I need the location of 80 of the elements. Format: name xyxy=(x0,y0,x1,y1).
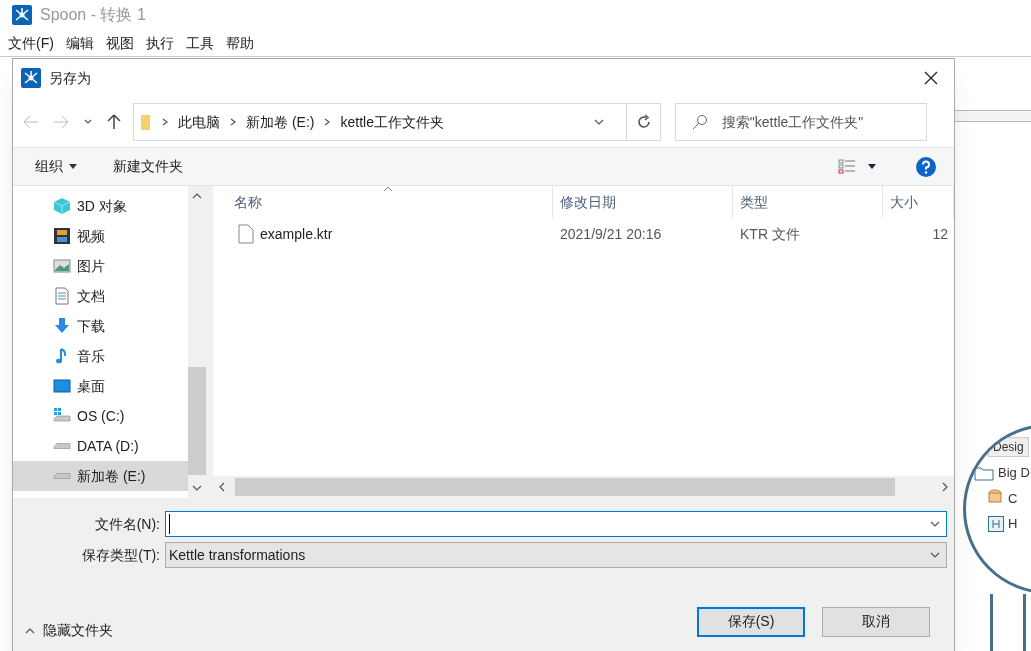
nav-item[interactable]: DATA (D:) xyxy=(13,431,188,461)
cube-icon xyxy=(53,197,71,215)
hide-folders-toggle[interactable]: 隐藏文件夹 xyxy=(25,620,113,641)
nav-item[interactable]: 音乐 xyxy=(13,341,188,371)
menu-item[interactable]: 工具 xyxy=(185,32,214,54)
breadcrumb-item[interactable]: 新加卷 (E:) xyxy=(246,111,315,133)
desktop-icon xyxy=(53,377,71,395)
folder-icon xyxy=(974,464,994,481)
download-icon xyxy=(53,317,71,335)
nav-item[interactable]: 桌面 xyxy=(13,371,188,401)
cancel-button[interactable]: 取消 xyxy=(822,606,930,637)
menu-item[interactable]: 文件(F) xyxy=(8,32,54,54)
filetype-dropdown[interactable]: Kettle transformations xyxy=(165,542,947,568)
image-icon xyxy=(53,257,71,275)
dialog-logo xyxy=(21,68,41,88)
forward-arrow-icon[interactable] xyxy=(53,115,69,129)
nav-item[interactable]: 视频 xyxy=(13,221,188,251)
nav-item[interactable]: 新加卷 (E:) xyxy=(13,461,188,491)
breadcrumb-item[interactable]: 此电脑 xyxy=(178,111,220,133)
search-input[interactable]: 搜索"kettle工作文件夹" xyxy=(721,111,910,133)
panel-item[interactable]: H xyxy=(1008,514,1018,534)
menu-item[interactable]: 编辑 xyxy=(65,32,94,54)
field-label: 文件名(N): xyxy=(93,514,161,534)
drive-icon xyxy=(53,407,71,425)
menu-item[interactable]: 帮助 xyxy=(225,32,254,54)
folder-icon xyxy=(140,113,152,131)
menu-item[interactable]: 视图 xyxy=(105,32,134,54)
address-bar[interactable]: 此电脑 新加卷 (E:) kettle工作文件夹 xyxy=(133,103,661,141)
organize-menu-button[interactable]: 组织 xyxy=(35,156,77,177)
window-title: Spoon - 转换 1 xyxy=(40,5,146,25)
help-icon[interactable] xyxy=(916,156,936,177)
file-icon xyxy=(238,224,254,244)
column-header[interactable]: 大小 xyxy=(883,186,954,218)
table-cell-text: KTR 文件 xyxy=(739,224,801,244)
scroll-up-icon xyxy=(192,191,202,201)
save-button[interactable]: 保存(S) xyxy=(697,606,805,637)
new-folder-button[interactable]: 新建文件夹 xyxy=(113,156,183,177)
nav-item[interactable]: OS (C:) xyxy=(13,401,188,431)
file-name[interactable]: example.ktr xyxy=(260,223,333,245)
scroll-down-icon xyxy=(192,483,202,493)
breadcrumb-chevron-icon xyxy=(160,117,170,127)
column-header[interactable]: 名称 xyxy=(213,186,553,218)
search-icon xyxy=(692,114,708,130)
breadcrumb-chevron-icon xyxy=(228,117,238,127)
magnifier-handle xyxy=(990,594,1026,651)
field-label: 保存类型(T): xyxy=(81,545,161,565)
nav-item[interactable]: 3D 对象 xyxy=(13,191,188,221)
drive-icon xyxy=(53,442,71,450)
view-options-icon[interactable] xyxy=(838,158,856,175)
nav-item[interactable]: 下载 xyxy=(13,311,188,341)
h-square-icon xyxy=(988,515,1004,532)
scroll-right-icon xyxy=(940,482,950,492)
column-header[interactable]: 修改日期 xyxy=(553,186,733,218)
dropdown-chevron-icon xyxy=(930,519,940,529)
close-icon xyxy=(924,71,938,85)
caret-icon[interactable] xyxy=(868,164,876,169)
filename-field[interactable] xyxy=(165,511,947,537)
horizontal-scrollbar[interactable] xyxy=(213,476,954,498)
film-icon xyxy=(53,227,71,245)
up-arrow-icon[interactable] xyxy=(107,114,121,130)
document-icon xyxy=(53,287,71,305)
dropdown-chevron-icon xyxy=(594,117,604,127)
menu-item[interactable]: 执行 xyxy=(145,32,174,54)
app-logo xyxy=(12,5,32,25)
back-arrow-icon[interactable] xyxy=(23,115,39,129)
refresh-icon xyxy=(635,114,652,130)
nav-item[interactable]: 图片 xyxy=(13,251,188,281)
breadcrumb-item[interactable]: kettle工作文件夹 xyxy=(340,111,444,133)
table-cell-text: 12 xyxy=(931,224,949,244)
nav-item[interactable]: 文档 xyxy=(13,281,188,311)
panel-item[interactable]: Big D xyxy=(998,463,1030,483)
panel-item[interactable]: C xyxy=(1008,488,1018,508)
dialog-title: 另存为 xyxy=(49,68,91,88)
caret-icon xyxy=(69,164,77,169)
column-header[interactable]: 类型 xyxy=(733,186,883,218)
table-cell-text: 2021/9/21 20:16 xyxy=(559,224,663,244)
scroll-left-icon xyxy=(217,482,227,492)
search-field[interactable]: 搜索"kettle工作文件夹" xyxy=(675,103,927,141)
dropdown-chevron-icon xyxy=(930,550,940,560)
drive-icon xyxy=(53,472,71,480)
